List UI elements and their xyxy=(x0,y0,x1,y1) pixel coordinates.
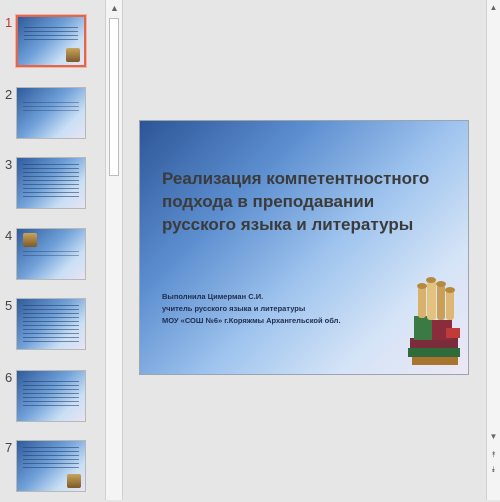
slide-number: 2 xyxy=(5,87,13,102)
previous-slide-icon[interactable]: ⯭ xyxy=(487,448,500,461)
slide-number: 3 xyxy=(5,157,13,172)
slide-author-block[interactable]: Выполнила Цимерман С.И. учитель русского… xyxy=(162,291,392,327)
scroll-down-icon[interactable]: ▼ xyxy=(487,430,500,443)
thumbnail-scrollbar[interactable]: ▲ xyxy=(105,0,123,500)
slide-thumbnail-image[interactable] xyxy=(16,157,86,209)
slide-title[interactable]: Реализация компетентностного подхода в п… xyxy=(162,167,462,236)
slide-thumbnail-image[interactable] xyxy=(16,440,86,492)
books-scrolls-image xyxy=(408,277,460,365)
slide-title-line: Реализация компетентностного xyxy=(162,169,430,188)
next-slide-icon[interactable]: ⯯ xyxy=(487,463,500,476)
author-line: МОУ «СОШ №6» г.Коряжмы Архангельской обл… xyxy=(162,316,341,325)
thumbnail-text-lines xyxy=(23,305,79,343)
editor-scrollbar[interactable]: ▲ ▼ ⯭ ⯯ xyxy=(486,0,500,500)
slide-number: 5 xyxy=(5,298,13,313)
thumbnail-text-lines xyxy=(23,102,79,114)
slide-thumbnail-6[interactable]: 6 xyxy=(0,370,105,432)
slide-thumbnail-pane: 1 2 3 4 5 6 7 xyxy=(0,0,105,500)
thumbnail-text-lines xyxy=(23,164,79,200)
slide-editor: Реализация компетентностного подхода в п… xyxy=(124,0,486,500)
slide-title-line: подхода в преподавании xyxy=(162,192,375,211)
books-image xyxy=(23,233,37,247)
scroll-up-icon[interactable]: ▲ xyxy=(107,1,122,16)
slide-thumbnail-2[interactable]: 2 xyxy=(0,87,105,149)
slide-thumbnail-7[interactable]: 7 xyxy=(0,440,105,502)
books-image xyxy=(66,48,80,62)
author-line: Выполнила Цимерман С.И. xyxy=(162,292,264,301)
thumbnail-text-lines xyxy=(23,447,79,469)
books-image xyxy=(67,474,81,488)
slide-thumbnail-image[interactable] xyxy=(16,87,86,139)
slide-number: 1 xyxy=(5,15,13,30)
slide-thumbnail-3[interactable]: 3 xyxy=(0,157,105,219)
slide-canvas[interactable]: Реализация компетентностного подхода в п… xyxy=(139,120,469,375)
scrollbar-thumb[interactable] xyxy=(109,18,119,176)
slide-thumbnail-5[interactable]: 5 xyxy=(0,298,105,360)
thumbnail-text-lines xyxy=(24,27,78,43)
slide-number: 6 xyxy=(5,370,13,385)
slide-number: 7 xyxy=(5,440,13,455)
slide-thumbnail-image[interactable] xyxy=(16,228,86,280)
thumbnail-text-lines xyxy=(23,381,79,409)
slide-thumbnail-1[interactable]: 1 xyxy=(0,15,105,77)
author-line: учитель русского языка и литературы xyxy=(162,304,306,313)
slide-thumbnail-4[interactable]: 4 xyxy=(0,228,105,290)
slide-number: 4 xyxy=(5,228,13,243)
scroll-up-icon[interactable]: ▲ xyxy=(487,1,500,14)
thumbnail-text-lines xyxy=(23,251,79,259)
slide-thumbnail-image[interactable] xyxy=(16,370,86,422)
slide-thumbnail-image[interactable] xyxy=(16,298,86,350)
slide-thumbnail-image[interactable] xyxy=(16,15,86,67)
slide-title-line: русского языка и литературы xyxy=(162,215,414,234)
